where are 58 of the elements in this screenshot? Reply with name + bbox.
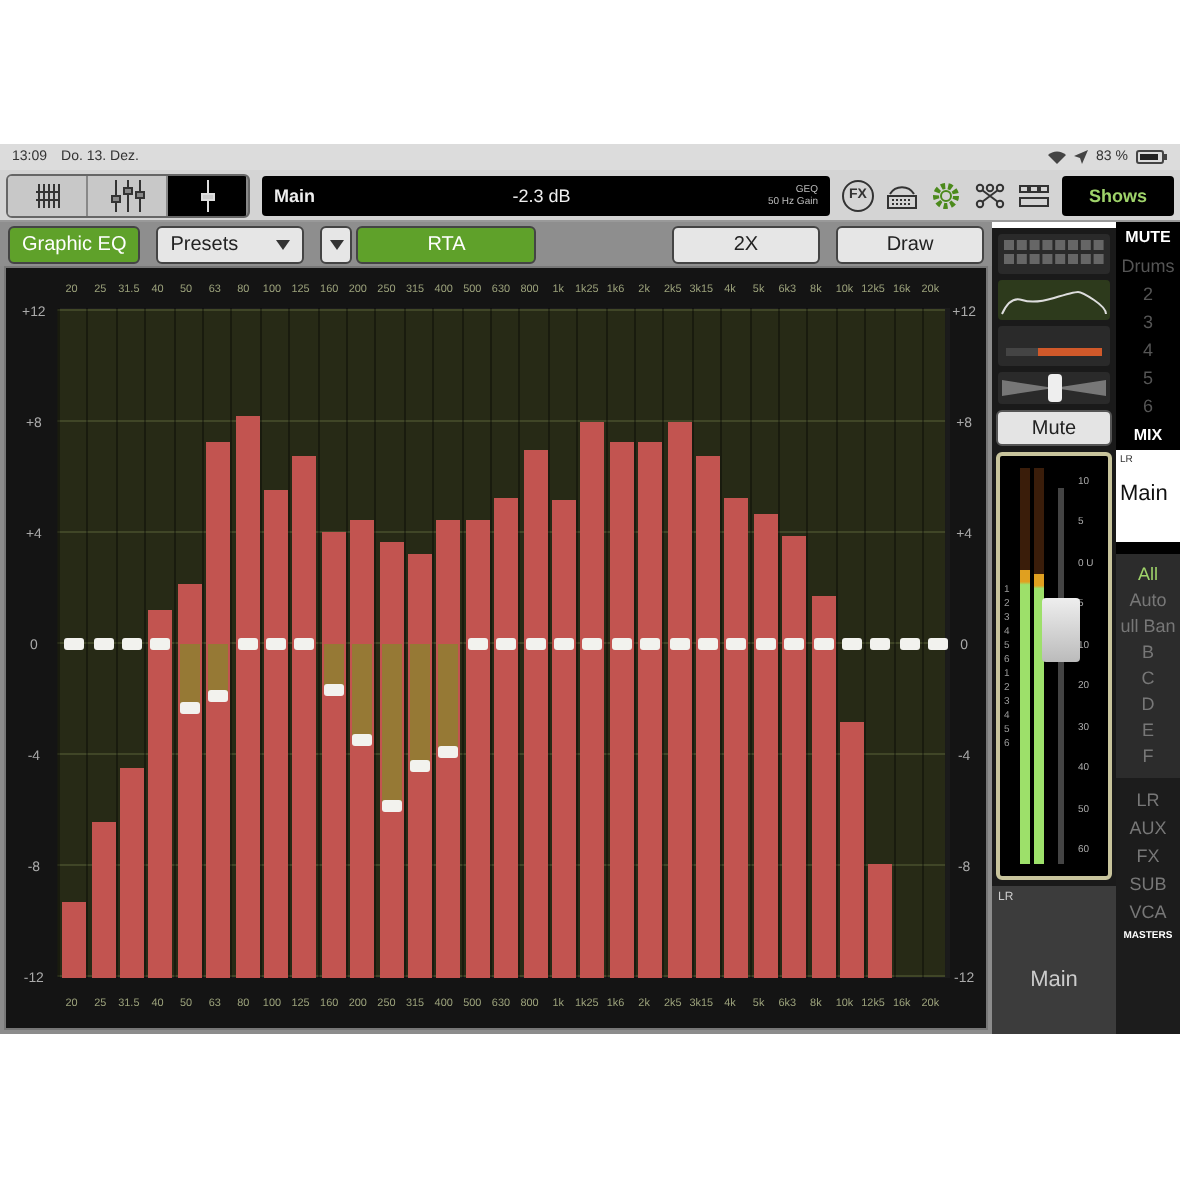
channel-name: Main [274, 185, 316, 205]
filter-item[interactable]: Auto [1129, 588, 1167, 614]
mute-group-item[interactable]: 6 [1142, 392, 1153, 420]
pan-handle[interactable] [1047, 374, 1061, 402]
rta-dropdown[interactable] [320, 225, 353, 263]
mixer-grid-icon [33, 181, 61, 209]
mute-group-item[interactable]: 4 [1142, 336, 1153, 364]
filter-item[interactable]: C [1141, 666, 1155, 692]
mute-groups-title: MUTE [1125, 226, 1171, 250]
bus-name: Main [1120, 482, 1170, 506]
location-icon [1074, 150, 1089, 164]
group-item[interactable]: FX [1136, 842, 1160, 870]
filter-item[interactable]: B [1141, 640, 1154, 666]
fader-handle[interactable] [1042, 598, 1080, 663]
caret-icon [329, 239, 344, 249]
graphic-eq-button[interactable]: Graphic EQ [8, 225, 141, 263]
group-item[interactable]: AUX [1129, 814, 1167, 842]
mute-group-item[interactable]: 3 [1142, 308, 1153, 336]
mute-button[interactable]: Mute [996, 410, 1112, 446]
group-item[interactable]: SUB [1129, 870, 1167, 898]
input-thumbnail-drawing[interactable] [998, 234, 1110, 274]
filter-item[interactable]: D [1141, 692, 1155, 718]
fader-handle[interactable] [352, 734, 373, 747]
mix-title: MIX [1133, 424, 1163, 448]
presets-dropdown[interactable]: Presets [156, 225, 305, 263]
caret-icon [276, 239, 291, 249]
rta-toggle[interactable]: RTA [356, 225, 537, 263]
rta-spectrum-bar [868, 863, 893, 978]
filter-item[interactable]: All [1137, 562, 1158, 588]
parameter-value: -2.3 dB [510, 185, 573, 205]
group-item[interactable]: VCA [1129, 898, 1167, 926]
gear-icon[interactable] [930, 179, 962, 211]
keyboard-icon[interactable] [886, 181, 918, 209]
mute-group-item[interactable]: Drums [1121, 252, 1175, 280]
zoom-button[interactable]: 2X [672, 225, 820, 263]
mute-group-item[interactable]: 2 [1142, 280, 1153, 308]
wifi-icon [1048, 150, 1067, 164]
draw-button[interactable]: Draw [836, 225, 984, 263]
faders-view-tab[interactable] [88, 175, 168, 215]
eq-thumbnail-drawing[interactable] [998, 280, 1110, 320]
mixer-view-tab[interactable] [8, 175, 88, 215]
routing-icon[interactable] [974, 181, 1006, 209]
grid-icon[interactable] [1018, 183, 1050, 207]
rta-spectrum-bar [62, 902, 87, 978]
shows-button[interactable]: Shows [1062, 175, 1174, 215]
battery-icon [1136, 150, 1168, 164]
channel-name: Main [1028, 968, 1080, 992]
mute-group-item[interactable]: 5 [1142, 364, 1153, 392]
faders-icon [109, 179, 145, 211]
filter-item[interactable]: F [1142, 744, 1154, 770]
dynamics-thumbnail-drawing[interactable] [998, 326, 1110, 366]
fader-icon [199, 179, 215, 211]
filter-item[interactable]: E [1141, 718, 1154, 744]
filter-item[interactable]: ull Ban [1120, 614, 1176, 640]
gain-fill [438, 643, 459, 752]
group-item[interactable]: LR [1136, 786, 1160, 814]
fader-handle[interactable] [323, 684, 344, 697]
pan-slider[interactable] [998, 372, 1110, 404]
